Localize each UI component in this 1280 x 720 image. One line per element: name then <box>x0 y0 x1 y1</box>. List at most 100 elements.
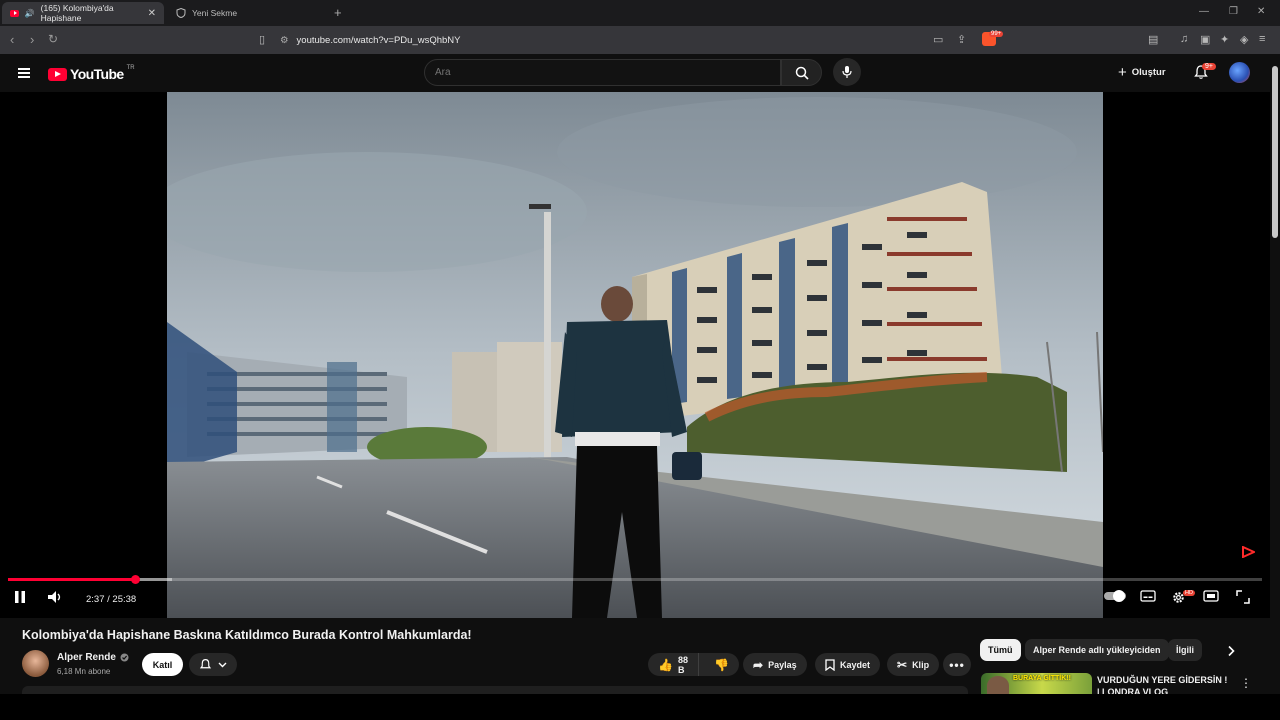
restore-button[interactable]: ❐ <box>1229 6 1238 17</box>
new-tab-button[interactable]: + <box>334 5 342 20</box>
description-box[interactable] <box>22 686 968 694</box>
youtube-play-icon <box>48 67 67 81</box>
share-icon: ➦ <box>753 657 764 672</box>
thumbs-down-icon: 👎 <box>714 657 729 672</box>
recommendation-menu-button[interactable]: ⋮ <box>1240 676 1252 690</box>
more-actions-button[interactable]: ••• <box>943 653 971 676</box>
autoplay-toggle-icon <box>1104 590 1126 602</box>
site-info-icon[interactable]: ⚙ <box>280 35 289 46</box>
thumbnail-person <box>987 676 1009 695</box>
youtube-header: YouTube TR + Oluştur 9+ <box>0 54 1280 92</box>
join-button[interactable]: Katıl <box>142 653 183 676</box>
url-text: youtube.com/watch?v=PDu_wsQhbNY <box>296 34 461 46</box>
video-frame[interactable] <box>167 92 1103 618</box>
brave-badge: 99+ <box>989 31 1004 37</box>
tab-title: (165) Kolombiya'da Hapishane <box>40 3 114 23</box>
sidebar-toggle-icon[interactable]: ▤ <box>1148 33 1158 46</box>
search-button[interactable] <box>781 59 822 86</box>
like-count: 88 B <box>677 654 688 675</box>
volume-button[interactable] <box>47 590 63 604</box>
subtitles-button[interactable] <box>1140 590 1156 602</box>
chips-next-button[interactable] <box>1226 644 1236 662</box>
create-button[interactable]: + Oluştur <box>1118 64 1166 81</box>
tab-youtube[interactable]: 🔊 (165) Kolombiya'da Hapishane ✕ <box>2 2 164 24</box>
subscription-bell-button[interactable] <box>189 653 237 676</box>
channel-watermark[interactable] <box>1241 545 1257 563</box>
thumbnail-text: BURAYA GİTTİK!! <box>1013 675 1071 682</box>
music-icon[interactable]: ♫ <box>1180 33 1188 45</box>
logo-text: YouTube <box>70 66 124 82</box>
share-page-icon[interactable]: ⇪ <box>957 33 966 46</box>
menu-icon[interactable] <box>18 68 30 78</box>
verified-icon <box>120 653 129 662</box>
progress-track[interactable] <box>8 578 1262 581</box>
dislike-button[interactable]: 👎 <box>704 658 739 672</box>
bookmark-icon[interactable]: ▯ <box>259 33 265 46</box>
bookmark-icon <box>825 658 835 671</box>
youtube-logo[interactable]: YouTube TR <box>48 65 135 82</box>
video-scene <box>167 92 1103 618</box>
search-input[interactable] <box>424 59 781 86</box>
tab-new[interactable]: Yeni Sekme <box>168 2 328 24</box>
chevron-down-icon <box>218 662 227 668</box>
recommendation-title[interactable]: VURDUĞUN YERE GİDERSİN ! | LONDRA VLOG <box>1097 674 1232 694</box>
scrollbar-thumb[interactable] <box>1272 66 1278 238</box>
chip-related[interactable]: İlgili <box>1168 639 1202 661</box>
close-window-button[interactable]: ✕ <box>1257 6 1265 17</box>
leo-ai-icon[interactable]: ✦ <box>1220 33 1229 46</box>
clip-label: Klip <box>912 659 930 670</box>
subscriber-count: 6,18 Mn abone <box>57 667 111 676</box>
address-bar: ‹ › ↻ ▯ ⚙ youtube.com/watch?v=PDu_wsQhbN… <box>0 26 1280 54</box>
pause-icon <box>15 591 25 603</box>
like-button[interactable]: 👍 88 B <box>648 653 700 676</box>
clip-button[interactable]: ✂ Klip <box>887 653 940 676</box>
volume-icon <box>48 591 61 603</box>
tab-title: Yeni Sekme <box>192 8 238 18</box>
minimize-button[interactable]: — <box>1199 6 1209 17</box>
autoplay-toggle[interactable] <box>1104 590 1126 602</box>
browser-menu-icon[interactable]: ≡ <box>1259 33 1265 45</box>
video-player[interactable]: 2:37 / 25:38 HD <box>0 92 1270 618</box>
scissors-icon: ✂ <box>897 657 908 672</box>
account-avatar[interactable] <box>1229 62 1250 83</box>
close-tab-icon[interactable]: ✕ <box>148 8 156 19</box>
recommendation-thumbnail[interactable]: BURAYA GİTTİK!! <box>981 673 1092 695</box>
chevron-right-icon <box>1228 645 1235 657</box>
chip-from-uploader[interactable]: Alper Rende adlı yükleyiciden <box>1025 639 1169 661</box>
speaker-icon[interactable]: 🔊 <box>25 9 35 18</box>
fullscreen-button[interactable] <box>1236 590 1250 604</box>
channel-watermark-icon <box>1242 545 1257 559</box>
create-label: Oluştur <box>1131 67 1166 78</box>
shield-icon <box>176 8 186 18</box>
like-dislike-group: 👍 88 B 👎 <box>648 653 739 676</box>
theater-mode-icon <box>1203 590 1219 602</box>
bell-icon <box>199 659 212 669</box>
subtitles-icon <box>1140 590 1156 602</box>
progress-played <box>8 578 136 581</box>
wallet-icon[interactable]: ▣ <box>1200 33 1210 46</box>
thumbs-up-icon: 👍 <box>658 657 673 672</box>
back-icon[interactable]: ‹ <box>10 32 14 47</box>
bottom-edge <box>0 694 1280 720</box>
save-button[interactable]: Kaydet <box>815 653 881 676</box>
pause-button[interactable] <box>14 590 26 604</box>
url-field[interactable]: ⚙ youtube.com/watch?v=PDu_wsQhbNY <box>280 30 1000 50</box>
hd-badge: HD <box>1183 590 1195 596</box>
time-display: 2:37 / 25:38 <box>86 594 137 605</box>
voice-search-button[interactable] <box>833 58 861 86</box>
cast-icon[interactable]: ▭ <box>933 33 943 46</box>
reload-icon[interactable]: ↻ <box>48 32 58 46</box>
vpn-icon[interactable]: ◈ <box>1240 33 1248 46</box>
theater-mode-button[interactable] <box>1203 590 1219 602</box>
channel-avatar[interactable] <box>22 650 49 677</box>
microphone-icon <box>842 66 852 78</box>
save-label: Kaydet <box>840 659 871 670</box>
region-label: TR <box>126 65 135 71</box>
chip-all[interactable]: Tümü <box>980 639 1021 661</box>
channel-name-row[interactable]: Alper Rende <box>57 652 129 663</box>
scrubber-handle[interactable] <box>131 575 141 584</box>
share-button[interactable]: ➦ Paylaş <box>743 653 807 676</box>
search-icon <box>795 66 809 80</box>
fullscreen-icon <box>1236 590 1250 604</box>
forward-icon[interactable]: › <box>30 32 34 47</box>
